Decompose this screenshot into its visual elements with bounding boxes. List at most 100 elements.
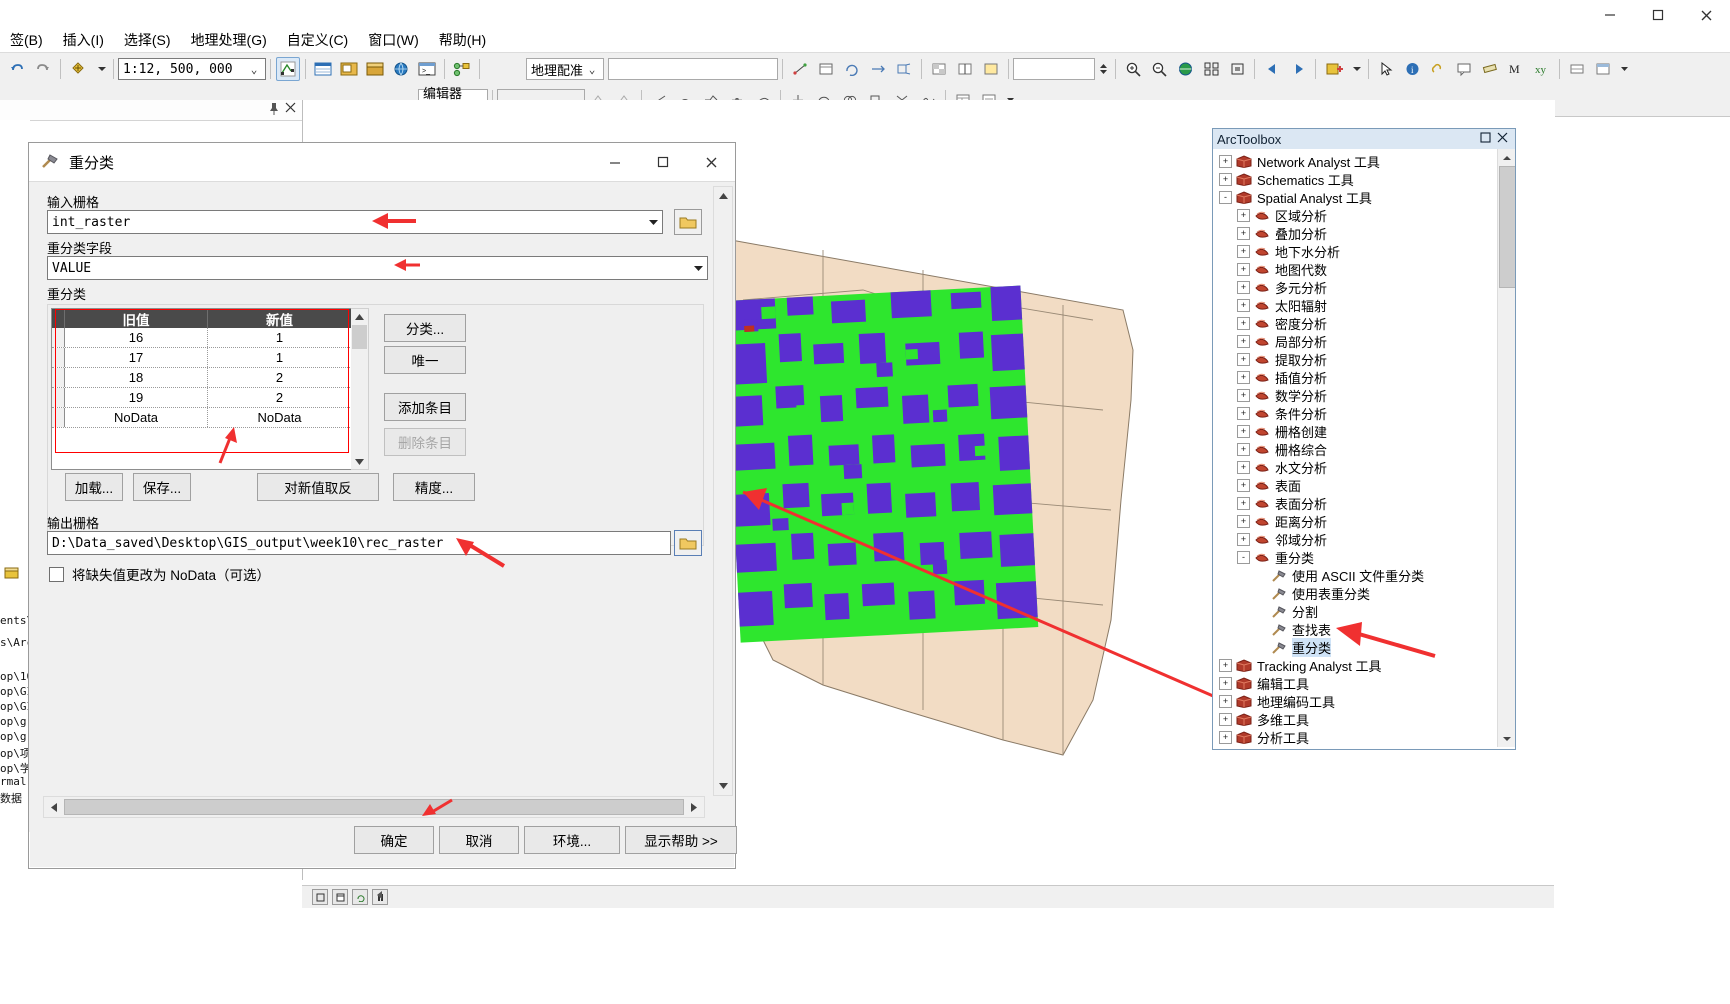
tree-expander-icon[interactable]: + — [1237, 262, 1250, 276]
cell-new-value[interactable]: 1 — [208, 328, 351, 347]
tree-expander-icon[interactable]: + — [1237, 280, 1250, 294]
unique-button[interactable]: 唯一 — [384, 346, 466, 374]
swipe-icon[interactable] — [953, 57, 977, 81]
precision-button[interactable]: 精度... — [393, 473, 475, 501]
georef-link-icon[interactable] — [788, 57, 812, 81]
data-view-button[interactable] — [312, 889, 328, 905]
edit-sketch-icon[interactable] — [276, 57, 300, 81]
table-row[interactable]: 16 1 — [52, 328, 352, 348]
georeferencing-layer-combo[interactable] — [608, 58, 778, 80]
undo-icon[interactable] — [5, 57, 29, 81]
tree-expander-icon[interactable]: + — [1237, 370, 1250, 384]
toolbox-tree-item[interactable]: + 叠加分析 — [1213, 224, 1515, 242]
hyperlink-icon[interactable] — [1426, 57, 1450, 81]
tree-expander-icon[interactable]: + — [1219, 694, 1232, 708]
zoom-in-icon[interactable] — [1121, 57, 1145, 81]
toolbox-tree-item[interactable]: + 地理编码工具 — [1213, 692, 1515, 710]
scroll-down-icon[interactable] — [352, 454, 367, 469]
input-raster-browse-button[interactable] — [674, 209, 702, 235]
dialog-maximize-button[interactable] — [639, 143, 687, 181]
arctoolbox-restore-icon[interactable] — [1480, 132, 1491, 146]
load-button[interactable]: 加载... — [65, 473, 123, 501]
back-extent-icon[interactable] — [1260, 57, 1284, 81]
column-header-old-value[interactable]: 旧值 — [65, 309, 208, 328]
tree-expander-icon[interactable]: + — [1237, 244, 1250, 258]
measure-icon[interactable] — [1478, 57, 1502, 81]
scroll-up-icon[interactable] — [1498, 149, 1515, 166]
output-raster-input[interactable]: D:\Data_saved\Desktop\GIS_output\week10\… — [47, 531, 671, 555]
table-row[interactable]: NoData NoData — [52, 408, 352, 428]
cell-new-value[interactable]: 1 — [208, 348, 351, 367]
find-icon[interactable]: M — [1504, 57, 1528, 81]
toolbox-tree-item[interactable]: + 太阳辐射 — [1213, 296, 1515, 314]
add-data-icon[interactable] — [1321, 57, 1349, 81]
tree-expander-icon[interactable]: + — [1219, 712, 1232, 726]
menu-item-help[interactable]: 帮助(H) — [429, 30, 496, 50]
catalog-icon[interactable] — [363, 57, 387, 81]
toolbox-tree-item[interactable]: + 邻域分析 — [1213, 530, 1515, 548]
flicker-icon[interactable] — [979, 57, 1003, 81]
tree-expander-icon[interactable]: + — [1237, 424, 1250, 438]
window-minimize-button[interactable] — [1586, 0, 1634, 30]
map-scale-combo[interactable]: 1:12, 500, 000 ⌄ — [118, 58, 266, 80]
tree-expander-icon[interactable]: + — [1219, 676, 1232, 690]
transparency-icon[interactable] — [927, 57, 951, 81]
tree-expander-icon[interactable]: + — [1237, 460, 1250, 474]
menu-item-selection[interactable]: 选择(S) — [114, 30, 181, 50]
toolbox-tree-item[interactable]: + 局部分析 — [1213, 332, 1515, 350]
globe-icon[interactable] — [389, 57, 413, 81]
toolbox-tree-item[interactable]: + 编辑工具 — [1213, 674, 1515, 692]
chevron-down-icon[interactable] — [689, 258, 707, 278]
pin-icon[interactable] — [268, 102, 280, 119]
window-maximize-button[interactable] — [1634, 0, 1682, 30]
georef-rotate-icon[interactable] — [840, 57, 864, 81]
find-route-icon[interactable]: xy — [1530, 57, 1554, 81]
toolbox-tree-item[interactable]: + 地图代数 — [1213, 260, 1515, 278]
dialog-minimize-button[interactable] — [591, 143, 639, 181]
cell-old-value[interactable]: 17 — [65, 348, 208, 367]
table-row[interactable]: 19 2 — [52, 388, 352, 408]
cell-old-value[interactable]: 16 — [65, 328, 208, 347]
layer-icon[interactable] — [337, 57, 361, 81]
select-pointer-icon[interactable] — [1374, 57, 1398, 81]
cell-new-value[interactable]: 2 — [208, 388, 351, 407]
arctoolbox-scrollbar[interactable] — [1497, 149, 1515, 747]
cell-new-value[interactable]: 2 — [208, 368, 351, 387]
scroll-right-icon[interactable] — [684, 802, 704, 812]
toolbox-tree-item[interactable]: + 数学分析 — [1213, 386, 1515, 404]
chevron-down-icon[interactable]: ⌄ — [245, 63, 263, 76]
output-raster-browse-button[interactable] — [674, 530, 702, 556]
input-raster-combo[interactable]: int_raster — [47, 210, 663, 234]
toolbox-tree-item[interactable]: - 重分类 — [1213, 548, 1515, 566]
add-data-dropdown-icon[interactable] — [1351, 57, 1363, 81]
coordinate-input[interactable] — [1013, 58, 1095, 80]
tree-expander-icon[interactable]: + — [1219, 730, 1232, 744]
python-window-icon[interactable]: >_ — [415, 57, 439, 81]
viewer-window-icon[interactable] — [1591, 57, 1615, 81]
dialog-close-button[interactable] — [687, 143, 735, 181]
row-selector[interactable] — [52, 368, 65, 387]
tree-expander-icon[interactable]: + — [1237, 514, 1250, 528]
toolbox-tree-item[interactable]: + 栅格创建 — [1213, 422, 1515, 440]
row-selector[interactable] — [52, 408, 65, 427]
tree-expander-icon[interactable]: + — [1219, 658, 1232, 672]
menu-item-bookmarks[interactable]: 签(B) — [0, 30, 53, 50]
toolbox-tree-item[interactable]: + 分析工具 — [1213, 728, 1515, 746]
georef-view-link-table-icon[interactable] — [814, 57, 838, 81]
toolbox-tree-item[interactable]: + 栅格综合 — [1213, 440, 1515, 458]
tree-expander-icon[interactable]: + — [1237, 208, 1250, 222]
forward-extent-icon[interactable] — [1286, 57, 1310, 81]
globe-view-icon[interactable] — [1173, 57, 1197, 81]
column-header-new-value[interactable]: 新值 — [208, 309, 351, 328]
tree-expander-icon[interactable]: + — [1237, 532, 1250, 546]
window-close-button[interactable] — [1682, 0, 1730, 30]
toolbar-overflow-icon[interactable] — [1617, 57, 1631, 81]
scrollbar-thumb[interactable] — [1499, 166, 1515, 288]
tree-expander-icon[interactable]: + — [1237, 298, 1250, 312]
cell-old-value[interactable]: NoData — [65, 408, 208, 427]
layout-view-button[interactable] — [332, 889, 348, 905]
table-row[interactable]: 17 1 — [52, 348, 352, 368]
redo-icon[interactable] — [31, 57, 55, 81]
georef-scale-icon[interactable] — [892, 57, 916, 81]
toolbox-tree-item[interactable]: 使用表重分类 — [1213, 584, 1515, 602]
